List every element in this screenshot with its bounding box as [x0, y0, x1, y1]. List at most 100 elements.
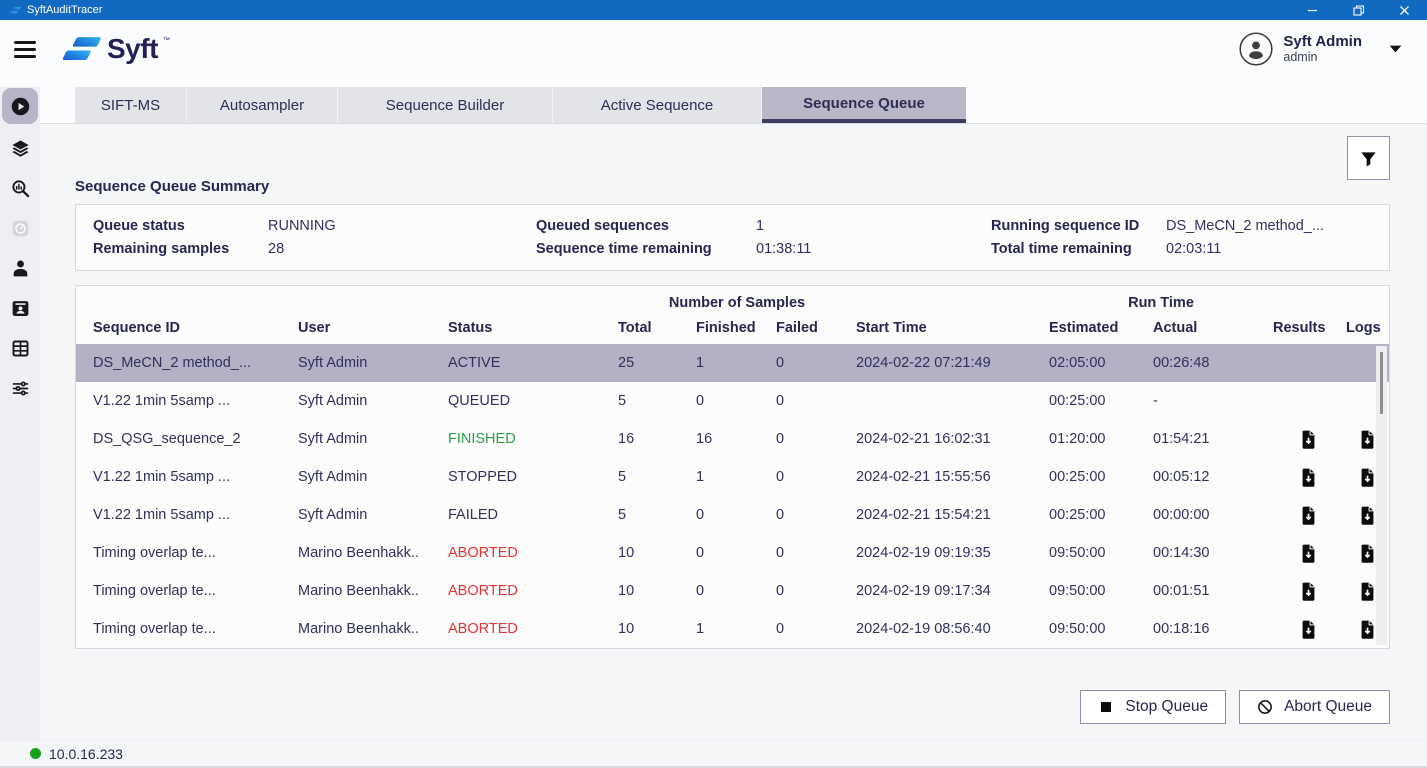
window-controls: [1289, 0, 1427, 20]
column-header-estimated: Estimated: [1049, 320, 1153, 336]
sequence-id-cell: Timing overlap te...: [93, 621, 298, 637]
maximize-button[interactable]: [1335, 0, 1381, 20]
file-download-icon: [1299, 542, 1320, 565]
sequence-id-cell: DS_MeCN_2 method_...: [93, 355, 298, 371]
download-results-button[interactable]: [1299, 617, 1320, 641]
column-header-failed: Failed: [776, 320, 856, 336]
sidebar-item-tune[interactable]: [2, 368, 38, 408]
sequence-id-cell: Timing overlap te...: [93, 545, 298, 561]
summary-value: 02:03:11: [1166, 241, 1389, 257]
sidebar-item-contact-card[interactable]: [2, 288, 38, 328]
download-results-button[interactable]: [1299, 541, 1320, 565]
finished-cell: 1: [696, 355, 776, 371]
sequence-row[interactable]: Timing overlap te...Marino Beenhakk..ABO…: [76, 572, 1389, 610]
sequence-row[interactable]: V1.22 1min 5samp ...Syft AdminQUEUED5000…: [76, 382, 1389, 420]
file-download-icon: [1299, 428, 1320, 451]
column-header-actual: Actual: [1153, 320, 1273, 336]
sequence-row[interactable]: DS_QSG_sequence_2Syft AdminFINISHED16160…: [76, 420, 1389, 458]
sequence-row[interactable]: Timing overlap te...Marino Beenhakk..ABO…: [76, 534, 1389, 572]
download-results-button[interactable]: [1299, 427, 1320, 451]
user-cell: Syft Admin: [298, 355, 448, 371]
stop-queue-button[interactable]: Stop Queue: [1080, 690, 1226, 724]
stop-icon: [1098, 699, 1114, 715]
filter-button[interactable]: [1347, 136, 1390, 180]
summary-value: DS_MeCN_2 method_...: [1166, 218, 1389, 234]
tab-autosampler[interactable]: Autosampler: [187, 87, 338, 123]
summary-value: 28: [268, 241, 536, 257]
actual-cell: -: [1153, 393, 1273, 409]
start-time-cell: 2024-02-21 15:54:21: [856, 507, 1049, 523]
column-header-user: User: [298, 320, 448, 336]
trademark-mark: ™: [163, 37, 170, 44]
file-download-icon: [1299, 504, 1320, 527]
failed-cell: 0: [776, 507, 856, 523]
actual-cell: 00:05:12: [1153, 469, 1273, 485]
content-area: SIFT-MSAutosamplerSequence BuilderActive…: [40, 87, 1427, 740]
tab-sift-ms[interactable]: SIFT-MS: [75, 87, 187, 123]
user-menu[interactable]: Syft Admin admin: [1239, 32, 1403, 66]
download-results-button[interactable]: [1299, 579, 1320, 603]
failed-cell: 0: [776, 393, 856, 409]
sidebar-item-play-circle[interactable]: [2, 88, 38, 124]
syft-logo: Syft ™: [60, 34, 170, 64]
column-header-finished: Finished: [696, 320, 776, 336]
estimated-cell: 09:50:00: [1049, 583, 1153, 599]
sequence-row[interactable]: V1.22 1min 5samp ...Syft AdminFAILED5002…: [76, 496, 1389, 534]
abort-queue-button[interactable]: Abort Queue: [1239, 690, 1390, 724]
table-group-header: Number of Samples Run Time: [76, 286, 1389, 312]
download-results-button[interactable]: [1299, 465, 1320, 489]
download-results-button[interactable]: [1299, 503, 1320, 527]
file-download-icon: [1299, 466, 1320, 489]
sequence-row[interactable]: V1.22 1min 5samp ...Syft AdminSTOPPED510…: [76, 458, 1389, 496]
app-icon: [8, 5, 21, 16]
sequence-row[interactable]: Timing overlap te...Marino Beenhakk..ABO…: [76, 610, 1389, 648]
menu-button[interactable]: [14, 41, 36, 58]
tune-icon: [10, 378, 31, 399]
summary-panel: Queue statusRUNNINGQueued sequences1Runn…: [75, 204, 1390, 271]
summary-label: Total time remaining: [991, 241, 1166, 257]
sidebar-item-layers[interactable]: [2, 128, 38, 168]
summary-label: Running sequence ID: [991, 218, 1166, 234]
contact-card-icon: [10, 298, 31, 319]
estimated-cell: 01:20:00: [1049, 431, 1153, 447]
close-button[interactable]: [1381, 0, 1427, 20]
sequence-table: Number of Samples Run Time Sequence IDUs…: [75, 285, 1390, 649]
summary-label: Queued sequences: [536, 218, 756, 234]
column-header-results: Results: [1273, 320, 1346, 336]
tab-sequence-queue[interactable]: Sequence Queue: [762, 87, 966, 123]
file-download-icon: [1299, 618, 1320, 641]
minimize-button[interactable]: [1289, 0, 1335, 20]
total-cell: 10: [618, 545, 696, 561]
results-cell: [1273, 503, 1346, 527]
user-icon: [10, 258, 31, 279]
user-cell: Marino Beenhakk..: [298, 621, 448, 637]
sidebar-item-gauge: [2, 208, 38, 248]
table-header-row: Sequence IDUserStatusTotalFinishedFailed…: [76, 312, 1389, 344]
sequence-id-cell: V1.22 1min 5samp ...: [93, 393, 298, 409]
actual-cell: 00:18:16: [1153, 621, 1273, 637]
total-cell: 5: [618, 469, 696, 485]
total-cell: 5: [618, 507, 696, 523]
column-header-logs: Logs: [1346, 320, 1390, 336]
failed-cell: 0: [776, 431, 856, 447]
results-cell: [1273, 541, 1346, 565]
tab-sequence-builder[interactable]: Sequence Builder: [338, 87, 553, 123]
sidebar-item-search-analytics[interactable]: [2, 168, 38, 208]
table-scrollbar[interactable]: [1376, 346, 1387, 645]
actual-cell: 00:26:48: [1153, 355, 1273, 371]
user-cell: Syft Admin: [298, 393, 448, 409]
total-cell: 5: [618, 393, 696, 409]
ip-address: 10.0.16.233: [49, 746, 123, 762]
sequence-row[interactable]: DS_MeCN_2 method_...Syft AdminACTIVE2510…: [76, 344, 1389, 382]
failed-cell: 0: [776, 469, 856, 485]
sidebar-item-grid[interactable]: [2, 328, 38, 368]
start-time-cell: 2024-02-19 08:56:40: [856, 621, 1049, 637]
window-title: SyftAuditTracer: [27, 4, 102, 16]
failed-cell: 0: [776, 621, 856, 637]
tab-active-sequence[interactable]: Active Sequence: [553, 87, 762, 123]
total-cell: 10: [618, 583, 696, 599]
abort-icon: [1257, 699, 1273, 715]
sidebar-item-user[interactable]: [2, 248, 38, 288]
column-header-start-time: Start Time: [856, 320, 1049, 336]
scrollbar-thumb[interactable]: [1380, 352, 1383, 414]
